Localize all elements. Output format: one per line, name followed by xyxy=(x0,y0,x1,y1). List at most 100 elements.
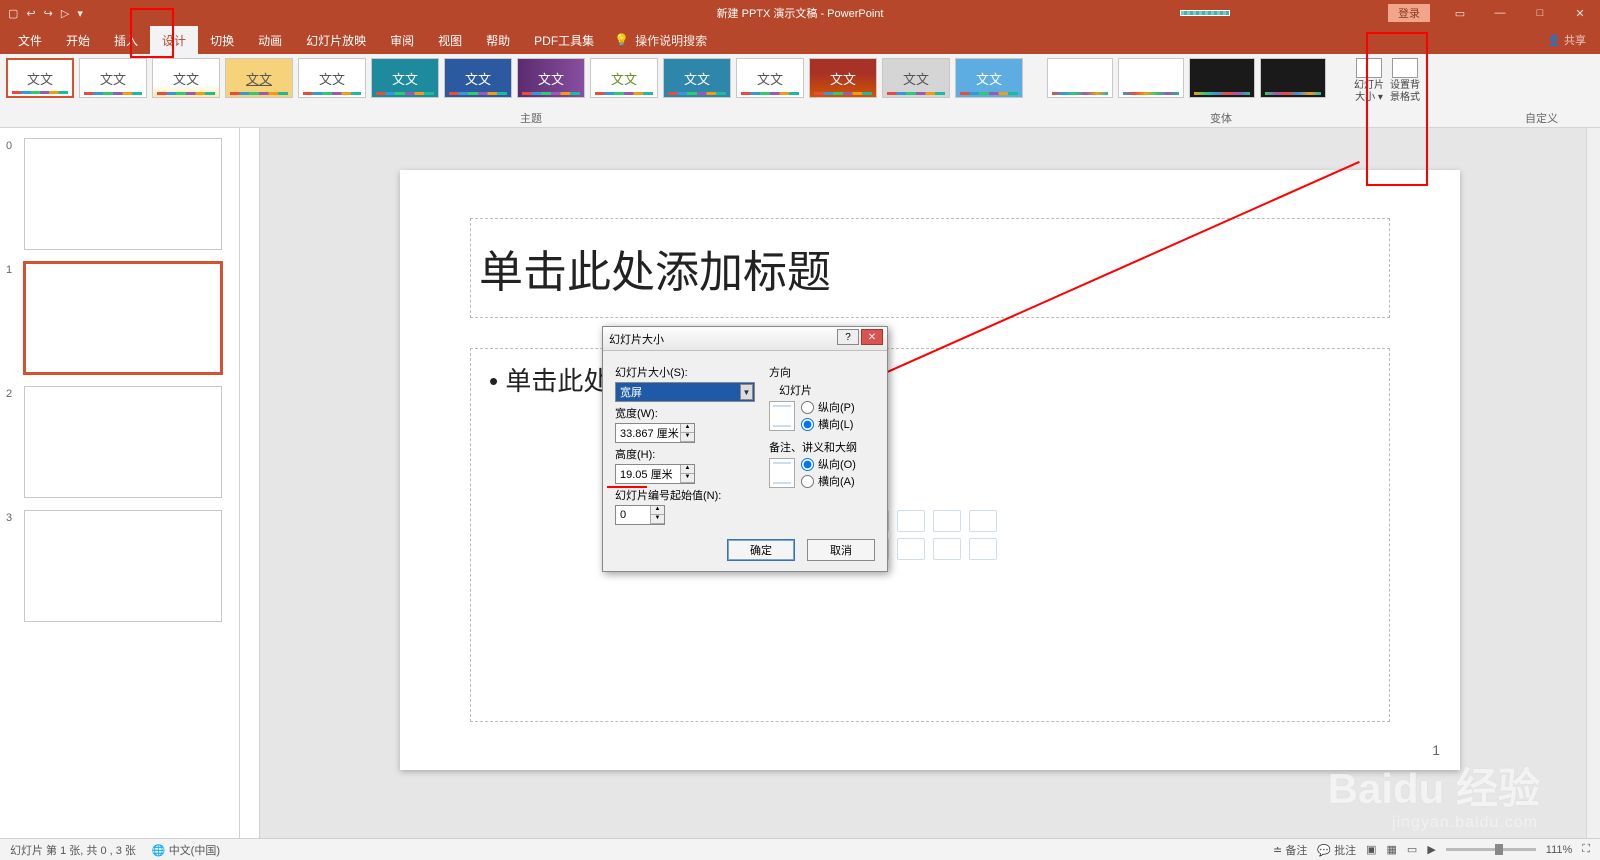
start-from-beginning-icon[interactable]: ▷ xyxy=(61,7,69,20)
undo-icon[interactable]: ↩ xyxy=(26,7,35,20)
tab-animations[interactable]: 动画 xyxy=(246,26,294,54)
qat-more-icon[interactable]: ▾ xyxy=(77,7,83,20)
theme-thumb-10[interactable]: 文文 xyxy=(663,58,731,98)
theme-thumb-7[interactable]: 文文 xyxy=(444,58,512,98)
status-notes[interactable]: ≐ 备注 xyxy=(1273,842,1307,858)
height-spinner[interactable]: 19.05 厘米▲▼ xyxy=(615,464,695,484)
notes-orient-label: 备注、讲义和大纲 xyxy=(769,439,875,455)
variant-thumb-4[interactable] xyxy=(1260,58,1326,98)
share-button[interactable]: 👤 共享 xyxy=(1547,32,1586,48)
outline-thumb-0[interactable] xyxy=(24,138,222,250)
theme-thumb-12[interactable]: 文文 xyxy=(809,58,877,98)
notes-landscape-radio[interactable] xyxy=(801,475,814,488)
lightbulb-icon: 💡 xyxy=(614,33,629,47)
theme-thumb-8[interactable]: 文文 xyxy=(517,58,585,98)
theme-thumb-14[interactable]: 文文 xyxy=(955,58,1023,98)
tab-file[interactable]: 文件 xyxy=(6,26,54,54)
slide-editor: 1615141312111098765432101234567891011121… xyxy=(260,128,1600,838)
size-label: 幻灯片大小(S): xyxy=(615,364,755,380)
login-button[interactable]: 登录 xyxy=(1388,4,1430,22)
theme-thumb-1[interactable]: 文文 xyxy=(6,58,74,98)
page-icon xyxy=(769,401,795,431)
theme-thumb-13[interactable]: 文文 xyxy=(882,58,950,98)
share-label: 共享 xyxy=(1564,35,1586,47)
format-background-button[interactable]: 设置背 景格式 xyxy=(1388,58,1422,104)
chevron-down-icon: ▼ xyxy=(740,384,753,400)
startnum-label: 幻灯片编号起始值(N): xyxy=(615,487,755,503)
height-label: 高度(H): xyxy=(615,446,755,462)
themes-gallery: 文文 文文 文文 文文 文文 文文 文文 文文 文文 文文 文文 文文 文文 文… xyxy=(6,58,1023,98)
slide-canvas[interactable]: 单击此处添加标题 • 单击此处添 1 xyxy=(400,170,1460,770)
start-number-spinner[interactable]: 0▲▼ xyxy=(615,505,665,525)
fit-to-window-icon[interactable]: ⛶ xyxy=(1582,843,1590,856)
zoom-slider[interactable] xyxy=(1446,848,1536,851)
tab-transitions[interactable]: 切换 xyxy=(198,26,246,54)
status-comments[interactable]: 💬 批注 xyxy=(1317,842,1356,858)
tab-home[interactable]: 开始 xyxy=(54,26,102,54)
redo-icon[interactable]: ↪ xyxy=(44,7,53,20)
view-slideshow-icon[interactable]: ▶ xyxy=(1427,843,1435,856)
maximize-icon[interactable]: □ xyxy=(1520,0,1560,26)
tab-help[interactable]: 帮助 xyxy=(474,26,522,54)
zoom-value[interactable]: 111% xyxy=(1546,844,1573,856)
slide-size-select[interactable]: 宽屏▼ xyxy=(615,382,755,402)
dialog-help-icon[interactable]: ? xyxy=(837,329,859,345)
tell-me-label: 操作说明搜索 xyxy=(635,32,707,49)
outline-thumb-3[interactable] xyxy=(24,510,222,622)
group-label-themes: 主题 xyxy=(520,110,542,126)
tab-design[interactable]: 设计 xyxy=(150,26,198,54)
slide-outline-panel: 0 1 2 3 xyxy=(0,128,240,838)
outline-num: 0 xyxy=(6,138,24,250)
tell-me-search[interactable]: 💡 操作说明搜索 xyxy=(614,26,707,54)
theme-thumb-11[interactable]: 文文 xyxy=(736,58,804,98)
dialog-title: 幻灯片大小 xyxy=(609,331,664,347)
slide-size-button[interactable]: 幻灯片 大小 ▾ xyxy=(1352,58,1386,104)
theme-thumb-4[interactable]: 文文 xyxy=(225,58,293,98)
theme-thumb-9[interactable]: 文文 xyxy=(590,58,658,98)
tab-review[interactable]: 审阅 xyxy=(378,26,426,54)
theme-thumb-5[interactable]: 文文 xyxy=(298,58,366,98)
ok-button[interactable]: 确定 xyxy=(727,539,795,561)
annotation-underline-startnum xyxy=(607,486,647,488)
variant-thumb-2[interactable] xyxy=(1118,58,1184,98)
tab-slideshow[interactable]: 幻灯片放映 xyxy=(294,26,378,54)
close-icon[interactable]: ✕ xyxy=(1560,0,1600,26)
save-icon[interactable]: ▢ xyxy=(8,7,18,20)
slide-page-number: 1 xyxy=(1432,742,1440,758)
status-slide-count: 幻灯片 第 1 张, 共 0 , 3 张 xyxy=(10,842,136,858)
theme-thumb-2[interactable]: 文文 xyxy=(79,58,147,98)
document-title: 新建 PPTX 演示文稿 - PowerPoint xyxy=(717,5,884,21)
slides-landscape-radio[interactable] xyxy=(801,418,814,431)
theme-thumb-3[interactable]: 文文 xyxy=(152,58,220,98)
ribbon-options-icon[interactable]: ▭ xyxy=(1440,0,1480,26)
page-icon xyxy=(769,458,795,488)
cancel-button[interactable]: 取消 xyxy=(807,539,875,561)
variant-thumb-3[interactable] xyxy=(1189,58,1255,98)
group-label-custom: 自定义 xyxy=(1525,110,1558,126)
orientation-label: 方向 xyxy=(769,364,875,380)
notes-portrait-radio[interactable] xyxy=(801,458,814,471)
outline-num: 3 xyxy=(6,510,24,622)
view-sorter-icon[interactable]: ▦ xyxy=(1387,843,1397,856)
view-reading-icon[interactable]: ▭ xyxy=(1407,843,1417,856)
group-label-variants: 变体 xyxy=(1210,110,1232,126)
outline-thumb-1[interactable] xyxy=(24,262,222,374)
variants-gallery xyxy=(1047,58,1326,98)
width-spinner[interactable]: 33.867 厘米▲▼ xyxy=(615,423,695,443)
dialog-close-icon[interactable]: ✕ xyxy=(861,329,883,345)
tab-pdf-tools[interactable]: PDF工具集 xyxy=(522,26,606,54)
status-lang[interactable]: 🌐 中文(中国) xyxy=(152,842,220,858)
theme-thumb-6[interactable]: 文文 xyxy=(371,58,439,98)
outline-thumb-2[interactable] xyxy=(24,386,222,498)
view-normal-icon[interactable]: ▣ xyxy=(1366,843,1376,856)
slides-portrait-radio[interactable] xyxy=(801,401,814,414)
tab-view[interactable]: 视图 xyxy=(426,26,474,54)
variant-thumb-1[interactable] xyxy=(1047,58,1113,98)
vertical-scrollbar[interactable] xyxy=(1586,128,1600,838)
minimize-icon[interactable]: — xyxy=(1480,0,1520,26)
title-placeholder[interactable]: 单击此处添加标题 xyxy=(470,218,1390,318)
outline-num: 2 xyxy=(6,386,24,498)
outline-num: 1 xyxy=(6,262,24,374)
signal-indicator xyxy=(1180,10,1230,16)
tab-insert[interactable]: 插入 xyxy=(102,26,150,54)
